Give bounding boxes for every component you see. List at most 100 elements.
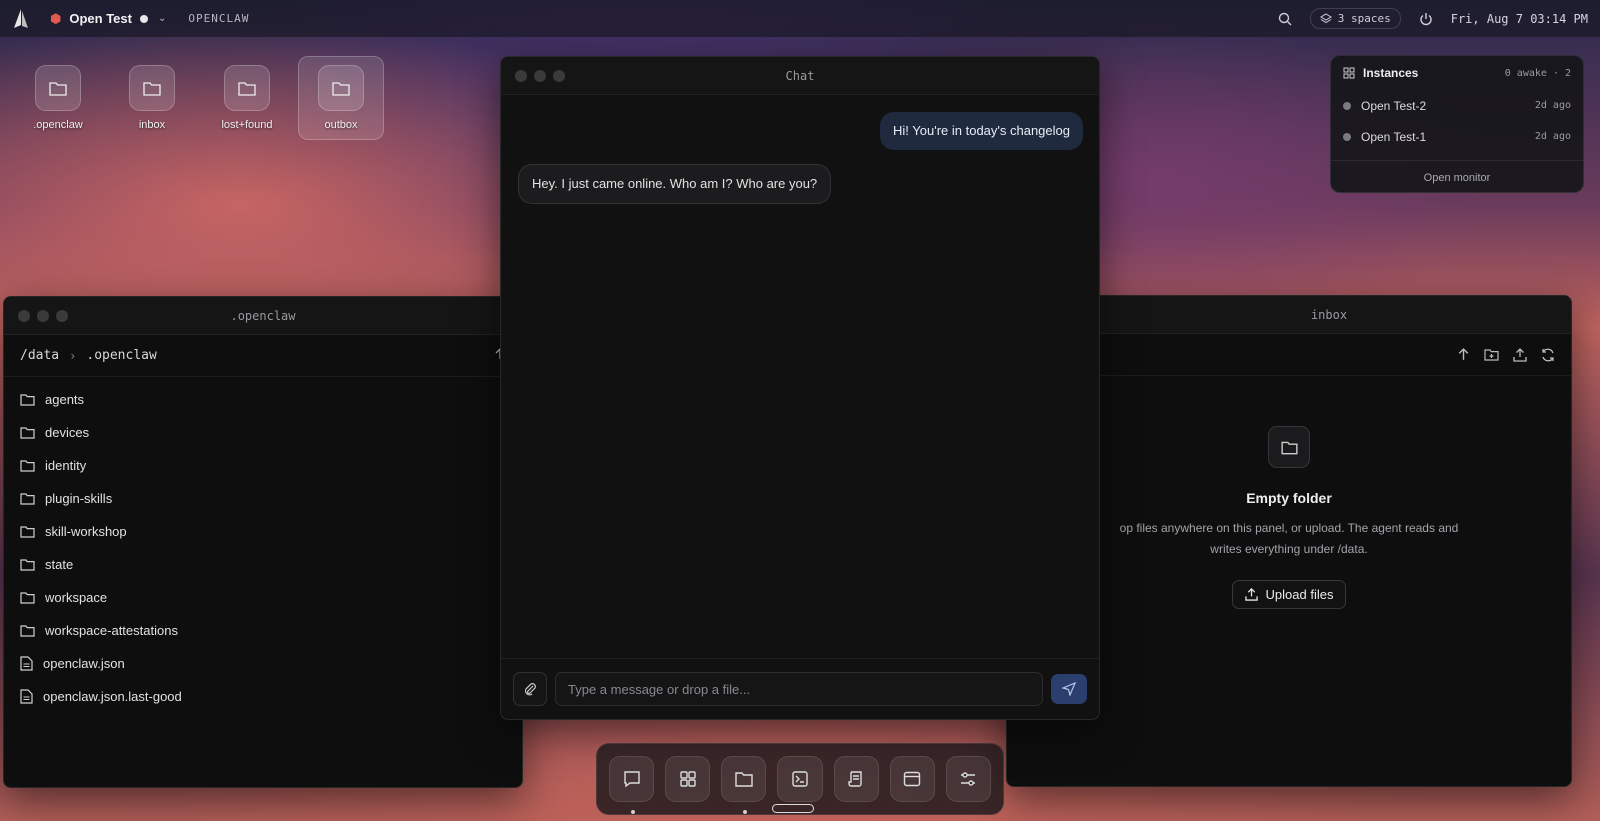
send-button[interactable] [1051, 674, 1087, 704]
chat-window: Chat Hi! You're in today's changelog Hey… [500, 56, 1100, 720]
status-dot [139, 14, 148, 23]
upload-files-label: Upload files [1265, 587, 1334, 602]
message-composer [501, 658, 1099, 719]
power-icon[interactable] [1419, 12, 1433, 26]
file-name: skill-workshop [45, 524, 127, 539]
upload-files-button[interactable]: Upload files [1231, 580, 1347, 609]
dock-chat[interactable] [609, 756, 655, 814]
chevron-down-icon[interactable]: ⌄ [158, 13, 166, 24]
list-item[interactable]: plugin-skills [4, 482, 522, 515]
list-item[interactable]: identity [4, 449, 522, 482]
refresh-icon[interactable] [1541, 348, 1555, 362]
file-name: state [45, 557, 74, 572]
instance-last-seen: 2d ago [1534, 131, 1571, 142]
list-item[interactable]: openclaw.json [4, 647, 522, 680]
breadcrumb-root[interactable]: /data [20, 348, 59, 363]
folder-icon [20, 526, 35, 538]
assistant-message: Hey. I just came online. Who am I? Who a… [518, 164, 832, 204]
window-titlebar[interactable]: Chat [501, 57, 1099, 95]
scroll-icon [848, 771, 862, 787]
chevron-right-icon: › [69, 348, 77, 363]
list-item[interactable]: devices [4, 416, 522, 449]
folder-icon [20, 592, 35, 604]
dock-settings[interactable] [945, 756, 991, 802]
folder-icon [318, 65, 364, 111]
folder-icon [735, 772, 753, 787]
breadcrumb: /data › .openclaw [4, 335, 522, 377]
instance-name: Open Test-1 [1361, 129, 1427, 144]
arrow-up-icon[interactable] [1457, 348, 1470, 361]
file-name: agents [45, 392, 85, 407]
running-indicator [631, 810, 635, 814]
file-name: workspace-attestations [45, 623, 178, 638]
list-item[interactable]: workspace [4, 581, 522, 614]
open-monitor-button[interactable]: Open monitor [1331, 160, 1583, 192]
file-name: workspace [45, 590, 108, 605]
space-label: OPENCLAW [188, 12, 250, 25]
empty-description-line: op files anywhere on this panel, or uplo… [1119, 521, 1459, 535]
search-icon[interactable] [1278, 12, 1292, 26]
desktop-icon-lost-found[interactable]: lost+found [204, 56, 290, 140]
dock-apps[interactable] [665, 756, 711, 802]
sail-logo-icon[interactable] [12, 8, 30, 30]
settings-icon [961, 772, 976, 786]
paperclip-icon [524, 683, 536, 696]
send-icon [1062, 682, 1076, 696]
folder-icon [129, 65, 175, 111]
folder-icon [20, 625, 35, 637]
window-titlebar[interactable]: .openclaw [4, 297, 522, 335]
folder-icon [20, 394, 35, 406]
desktop-icon-inbox[interactable]: inbox [109, 56, 195, 140]
list-item[interactable]: state [4, 548, 522, 581]
file-icon [20, 689, 33, 704]
chat-icon [623, 771, 640, 788]
instances-header: Instances 0 awake · 2 [1331, 56, 1583, 90]
message-input[interactable] [555, 672, 1043, 706]
attach-button[interactable] [513, 672, 547, 706]
grid-icon [1343, 67, 1355, 79]
desktop-icon-outbox[interactable]: outbox [298, 56, 384, 140]
instance-name: Open Test-2 [1361, 98, 1427, 113]
dock-files[interactable] [721, 756, 767, 814]
list-item[interactable]: agents [4, 383, 522, 416]
upload-icon[interactable] [1513, 347, 1527, 362]
browser-icon [904, 771, 921, 787]
window-title: Chat [785, 68, 815, 83]
running-indicator [743, 810, 748, 814]
upload-icon [1244, 588, 1258, 601]
folder-icon [35, 65, 81, 111]
user-message: Hi! You're in today's changelog [880, 112, 1083, 150]
app-logo-icon: ⬢ [50, 10, 62, 26]
desktop-icon-label: outbox [324, 119, 358, 131]
layers-icon [1319, 12, 1332, 23]
instance-last-seen: 2d ago [1534, 100, 1571, 111]
new-folder-icon[interactable] [1484, 348, 1499, 361]
menu-bar: ⬢ Open Test ⌄ OPENCLAW 3 spaces Fri, Aug… [0, 0, 1600, 37]
home-indicator[interactable] [772, 804, 814, 813]
file-name: openclaw.json [43, 656, 125, 671]
file-icon [20, 656, 33, 671]
file-name: devices [45, 425, 90, 440]
file-browser-window: .openclaw /data › .openclaw agents devic… [3, 296, 523, 788]
desktop-icon-label: .openclaw [33, 119, 83, 131]
folder-icon [20, 427, 35, 439]
spaces-button[interactable]: 3 spaces [1309, 8, 1401, 29]
dock-browser[interactable] [889, 756, 935, 802]
breadcrumb-current[interactable]: .openclaw [86, 348, 156, 363]
terminal-icon [792, 771, 808, 787]
list-item[interactable]: openclaw.json.last-good [4, 680, 522, 713]
status-dot [1343, 101, 1351, 110]
app-name[interactable]: Open Test [69, 11, 132, 26]
spaces-label: 3 spaces [1337, 12, 1391, 25]
list-item[interactable]: workspace-attestations [4, 614, 522, 647]
dock-terminal[interactable] [777, 756, 823, 802]
desktop-icon-openclaw[interactable]: .openclaw [15, 56, 101, 140]
instances-title: Instances [1363, 66, 1419, 80]
empty-description-line: writes everything under /data. [1210, 542, 1368, 556]
dock-logs[interactable] [833, 756, 879, 802]
instance-row[interactable]: Open Test-1 2d ago [1331, 121, 1583, 152]
instance-row[interactable]: Open Test-2 2d ago [1331, 90, 1583, 121]
list-item[interactable]: skill-workshop [4, 515, 522, 548]
folder-icon [20, 559, 35, 571]
folder-icon [224, 65, 270, 111]
